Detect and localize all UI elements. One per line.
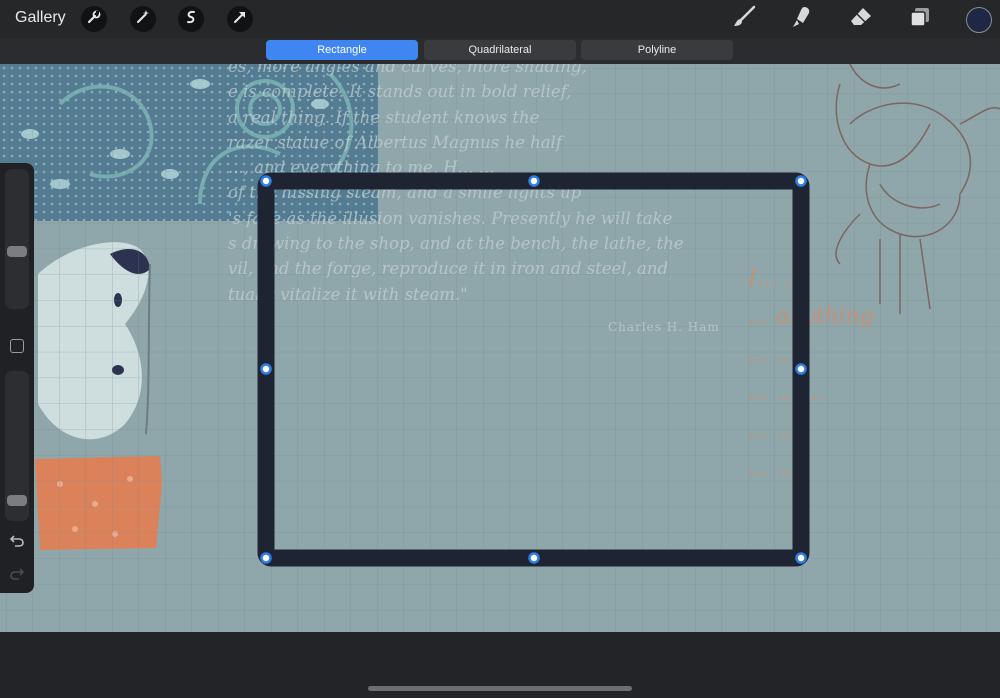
magic-wand-icon — [135, 9, 151, 30]
brush-icon — [732, 5, 758, 34]
edge-handle-right — [795, 363, 807, 375]
polyline-mode-button[interactable]: Polyline — [581, 40, 733, 60]
quadrilateral-mode-button[interactable]: Quadrilateral — [424, 40, 576, 60]
adjustments-button[interactable] — [130, 6, 156, 32]
brush-tool[interactable] — [730, 5, 760, 33]
top-toolbar: Gallery — [0, 0, 1000, 38]
rectangle-mode-button[interactable]: Rectangle — [266, 40, 418, 60]
gallery-button[interactable]: Gallery — [15, 9, 66, 27]
selection-button[interactable] — [178, 6, 204, 32]
corner-handle-bottom-left — [260, 552, 272, 564]
opacity-knob[interactable] — [7, 494, 27, 506]
corner-handle-bottom-right — [795, 552, 807, 564]
undo-icon — [9, 534, 25, 553]
brush-size-slider[interactable] — [5, 169, 29, 309]
opacity-slider[interactable] — [5, 371, 29, 521]
edge-handle-left — [260, 363, 272, 375]
selection-icon — [183, 9, 199, 30]
edge-handle-bottom — [528, 552, 540, 564]
modify-button[interactable] — [10, 339, 24, 353]
eraser-tool[interactable] — [846, 5, 876, 33]
corner-handle-top-left — [260, 175, 272, 187]
wrench-icon — [86, 9, 102, 30]
transform-button[interactable] — [227, 6, 253, 32]
color-swatch[interactable] — [966, 7, 992, 33]
shape-editor[interactable] — [0, 64, 1000, 632]
layers-button[interactable] — [905, 5, 935, 33]
left-sidebar — [0, 163, 34, 593]
home-indicator[interactable] — [368, 686, 632, 691]
smudge-icon — [789, 5, 815, 34]
smudge-tool[interactable] — [787, 5, 817, 33]
redo-button[interactable] — [7, 566, 27, 586]
edge-handle-top — [528, 175, 540, 187]
layers-icon — [907, 5, 933, 34]
rectangle-shape — [257, 172, 810, 567]
drawing-canvas[interactable]: es, more angles and curves, more shading… — [0, 64, 1000, 632]
transform-arrow-icon — [232, 9, 248, 30]
brush-size-knob[interactable] — [7, 246, 27, 257]
redo-icon — [9, 567, 25, 586]
actions-button[interactable] — [81, 6, 107, 32]
corner-handle-top-right — [795, 175, 807, 187]
undo-button[interactable] — [7, 533, 27, 553]
shape-mode-bar: Rectangle Quadrilateral Polyline — [0, 38, 1000, 64]
eraser-icon — [848, 5, 874, 34]
